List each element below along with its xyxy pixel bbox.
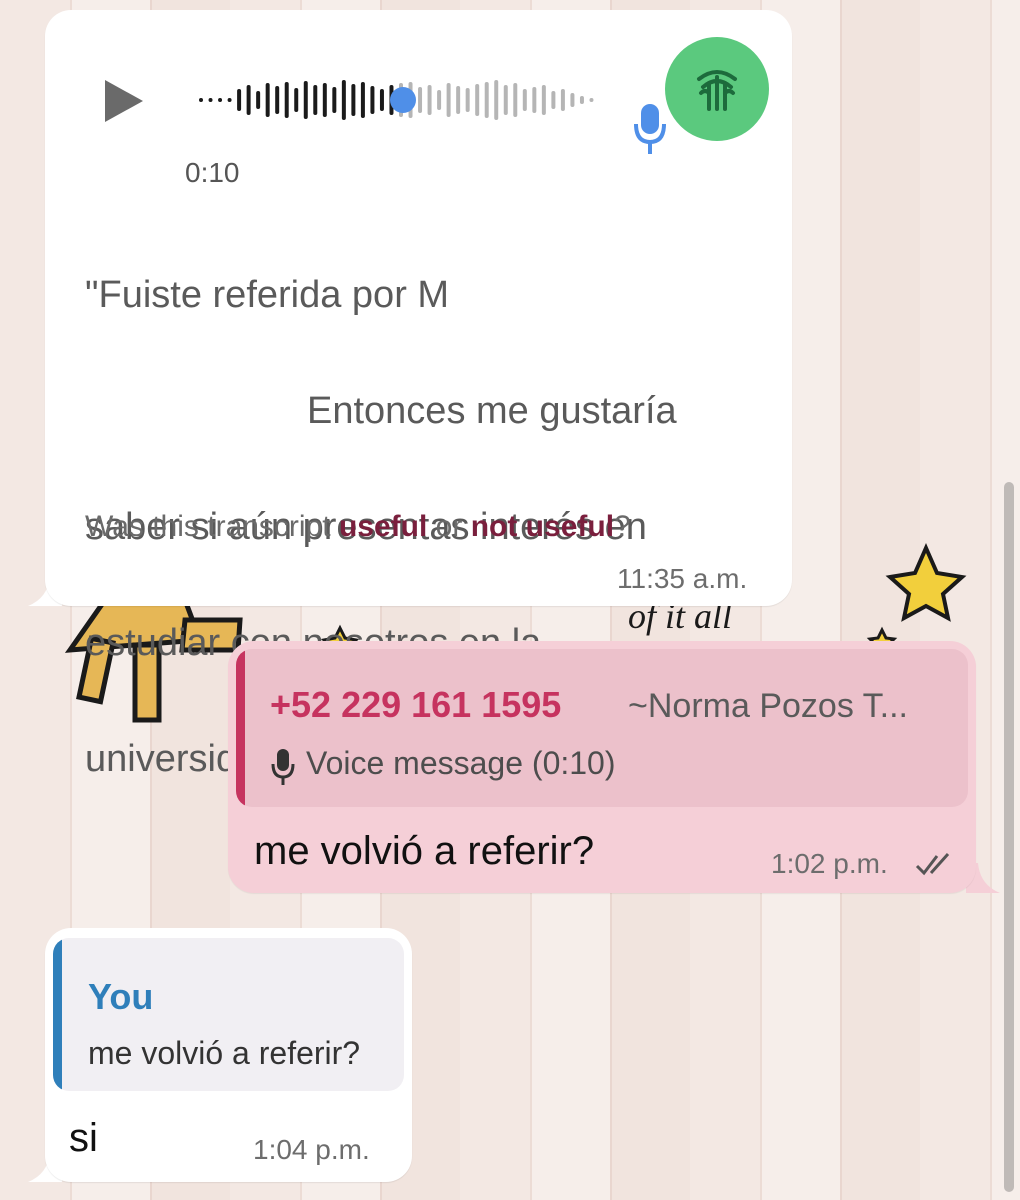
transcript-line: Entonces me gustaría xyxy=(307,390,677,432)
redaction-box xyxy=(500,210,770,266)
message-timestamp: 1:02 p.m. xyxy=(771,848,888,879)
waveform-bar xyxy=(579,96,584,104)
scrollbar[interactable] xyxy=(1004,482,1014,1192)
message-timestamp: 11:35 a.m. xyxy=(617,563,748,594)
waveform-bar xyxy=(360,82,365,118)
waveform-bar xyxy=(513,83,518,117)
play-icon[interactable] xyxy=(105,80,143,122)
waveform-bar xyxy=(227,98,232,102)
waveform-bar xyxy=(503,85,508,115)
waveform-bar xyxy=(256,91,261,109)
waveform-bar xyxy=(332,87,337,113)
waveform-bar xyxy=(341,80,346,120)
waveform-bar xyxy=(265,83,270,117)
quoted-content: Voice message (0:10) xyxy=(306,745,616,781)
audio-waveform[interactable] xyxy=(197,76,597,124)
wallpaper-star xyxy=(885,543,967,622)
quote-accent-bar xyxy=(236,649,245,807)
double-check-icon xyxy=(915,852,950,876)
waveform-bar xyxy=(532,87,537,113)
quoted-text: me volvió a referir? xyxy=(88,1035,361,1071)
waveform-bar xyxy=(465,88,470,112)
mic-icon xyxy=(634,104,666,154)
message-timestamp: 1:04 p.m. xyxy=(253,1134,370,1165)
waveform-bar xyxy=(522,89,527,111)
waveform-bar xyxy=(484,82,489,118)
mic-icon xyxy=(271,749,295,785)
incoming-reply-bubble[interactable]: You me volvió a referir? si 1:04 p.m. xyxy=(45,928,412,1182)
waveform-bar xyxy=(551,91,556,109)
waveform-bar xyxy=(246,85,251,115)
waveform-bar xyxy=(351,84,356,116)
sender-avatar[interactable] xyxy=(665,37,769,141)
waveform-bar xyxy=(275,86,280,114)
quoted-message[interactable]: You me volvió a referir? xyxy=(53,938,404,1091)
playhead-handle[interactable] xyxy=(390,87,416,113)
voice-message-bubble[interactable]: 0:10 "Fuiste referida por M Entonces me … xyxy=(45,10,792,780)
waveform-bar xyxy=(322,83,327,117)
waveform-bar xyxy=(303,81,308,119)
quoted-sender-name: ~Norma Pozos T... xyxy=(628,687,908,725)
waveform-bar xyxy=(589,98,594,102)
feedback-suffix: ? xyxy=(614,510,631,543)
waveform-bar xyxy=(418,87,423,113)
message-text: me volvió a referir? xyxy=(254,829,595,873)
feedback-prefix: Was this transcript xyxy=(85,510,331,543)
waveform-bar xyxy=(379,89,384,111)
quote-accent-bar xyxy=(53,938,62,1091)
waveform-bar xyxy=(313,85,318,115)
quoted-author: You xyxy=(88,976,154,1017)
waveform-bar xyxy=(475,84,480,116)
transcript-feedback: Was this transcript useful or not useful… xyxy=(85,510,631,544)
waveform-bar xyxy=(370,86,375,114)
waveform-bar xyxy=(494,80,499,120)
outgoing-message-bubble[interactable]: +52 229 161 1595 ~Norma Pozos T... Voice… xyxy=(228,641,976,893)
waveform-bar xyxy=(208,98,213,102)
waveform-bar xyxy=(570,93,575,107)
waveform-bar xyxy=(294,88,299,112)
not-useful-link[interactable]: not useful xyxy=(471,510,614,543)
waveform-bar xyxy=(456,86,461,114)
transcript-line: "Fuiste referida por M xyxy=(85,274,450,316)
quoted-message[interactable]: +52 229 161 1595 ~Norma Pozos T... Voice… xyxy=(236,649,968,807)
voice-duration: 0:10 xyxy=(185,157,240,188)
feedback-connector: or xyxy=(435,510,463,543)
waveform-bar xyxy=(218,98,223,102)
university-logo-icon xyxy=(697,70,737,111)
waveform-bar xyxy=(427,85,432,115)
waveform-bar xyxy=(560,89,565,111)
waveform-bar xyxy=(541,85,546,115)
waveform-bar xyxy=(237,89,242,111)
message-text: si xyxy=(69,1116,98,1160)
waveform-bar xyxy=(446,83,451,117)
waveform-bar xyxy=(199,98,203,102)
quoted-sender-phone: +52 229 161 1595 xyxy=(270,684,562,725)
waveform-bar xyxy=(437,90,442,110)
useful-link[interactable]: useful xyxy=(339,510,427,543)
waveform-bar xyxy=(284,82,289,118)
